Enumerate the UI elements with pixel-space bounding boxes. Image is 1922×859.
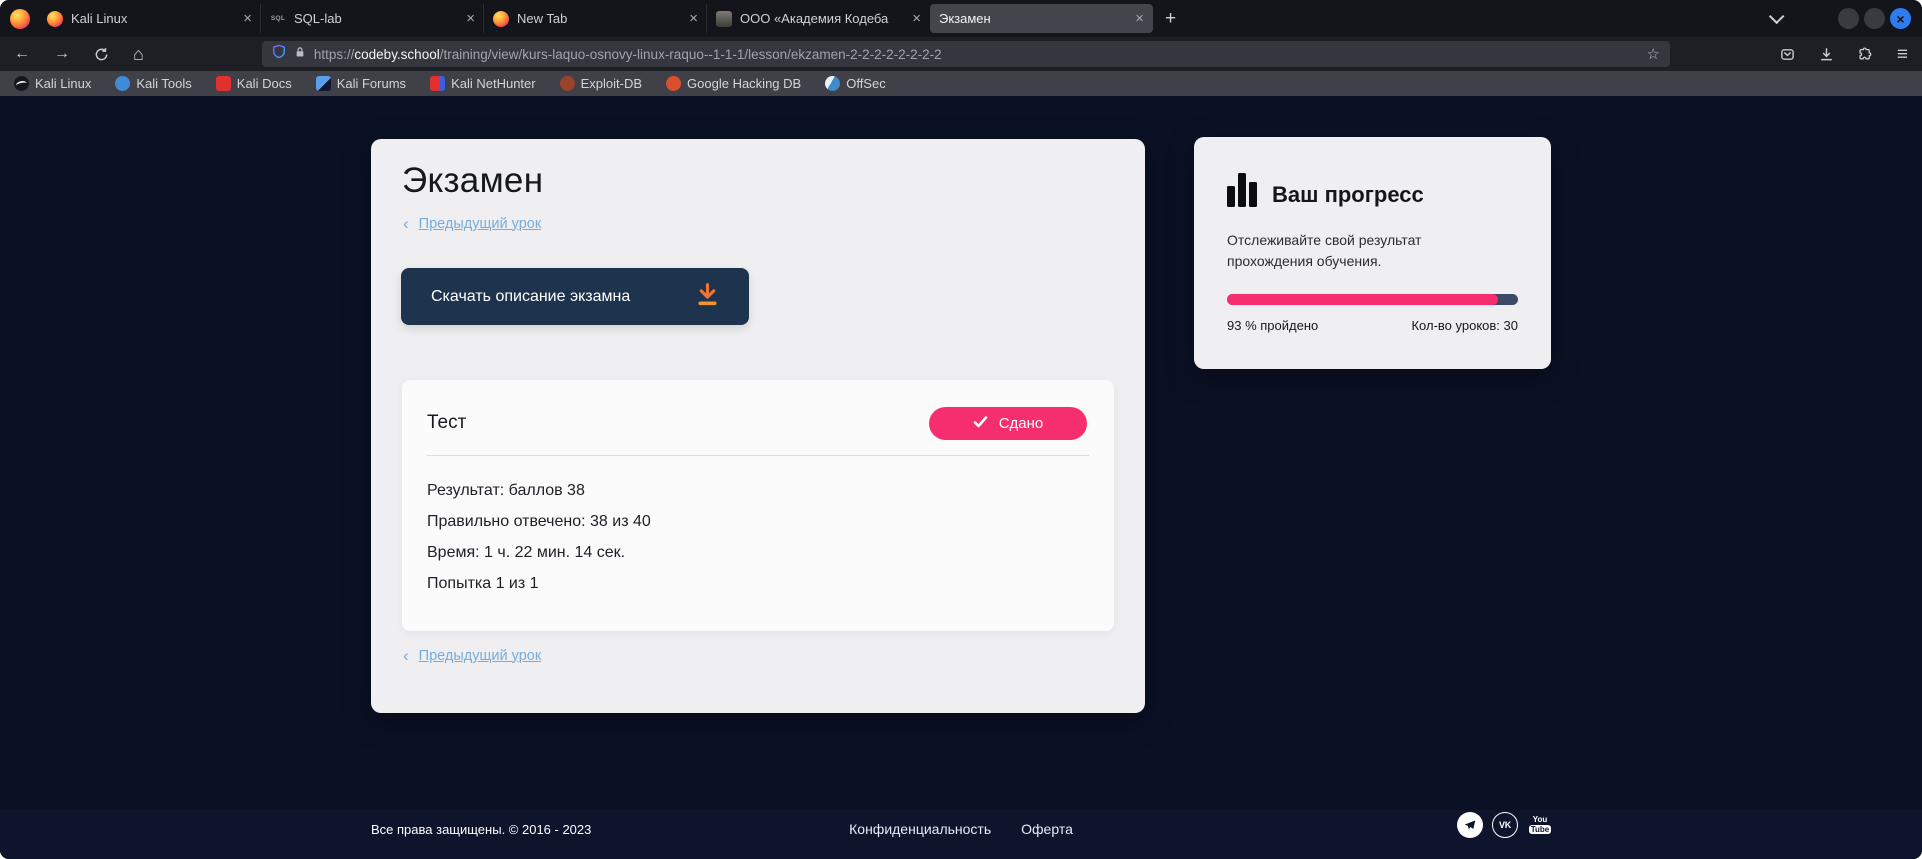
page-viewport: Экзамен ‹ Предыдущий урок Скачать описан… — [0, 96, 1922, 859]
tab-close-icon[interactable]: × — [912, 11, 921, 26]
bookmark-google-hacking-db[interactable]: Google Hacking DB — [666, 76, 801, 91]
nav-buttons: ← → ⌂ — [14, 45, 144, 63]
youtube-icon[interactable]: You Tube — [1527, 812, 1553, 838]
privacy-link[interactable]: Конфиденциальность — [849, 821, 991, 837]
tab-title: Экзамен — [939, 11, 1129, 26]
navigation-toolbar: ← → ⌂ https://codeby.school/training/vie… — [0, 37, 1922, 71]
chevron-left-icon: ‹ — [403, 647, 409, 664]
window-maximize-button[interactable] — [1864, 8, 1885, 29]
percent-passed-label: 93 % пройдено — [1227, 318, 1318, 333]
kali-dragon-icon — [14, 76, 29, 91]
progress-description: Отслеживайте свой результат прохождения … — [1227, 230, 1482, 272]
window-close-button[interactable]: × — [1890, 8, 1911, 29]
menu-hamburger-icon[interactable]: ≡ — [1897, 45, 1908, 64]
tab-close-icon[interactable]: × — [243, 11, 252, 26]
result-score: Результат: баллов 38 — [427, 482, 651, 499]
download-exam-description-button[interactable]: Скачать описание экзамна — [401, 268, 749, 325]
bookmark-kali-tools[interactable]: Kali Tools — [115, 76, 191, 91]
checkmark-icon — [973, 415, 988, 433]
lock-icon[interactable] — [294, 45, 306, 64]
divider — [427, 455, 1089, 456]
tab-close-icon[interactable]: × — [689, 11, 698, 26]
offsec-icon — [825, 76, 840, 91]
bookmarks-bar: Kali Linux Kali Tools Kali Docs Kali For… — [0, 71, 1922, 96]
url-text: https://codeby.school/training/view/kurs… — [314, 47, 1639, 62]
reload-icon[interactable] — [94, 47, 109, 62]
extensions-puzzle-icon[interactable] — [1858, 47, 1873, 62]
download-icon — [694, 281, 721, 313]
downloads-icon[interactable] — [1819, 47, 1834, 62]
telegram-icon[interactable] — [1457, 812, 1483, 838]
tab-kali-linux[interactable]: Kali Linux × — [38, 4, 261, 33]
tracking-protection-shield-icon[interactable] — [272, 44, 286, 64]
google-hacking-db-icon — [666, 76, 681, 91]
tab-title: ООО «Академия Кодеба — [740, 11, 906, 26]
tab-close-icon[interactable]: × — [466, 11, 475, 26]
toolbar-buttons: ≡ — [1780, 45, 1908, 64]
bookmark-kali-nethunter[interactable]: Kali NetHunter — [430, 76, 536, 91]
tab-title: New Tab — [517, 11, 683, 26]
test-title: Тест — [427, 412, 466, 434]
result-time: Время: 1 ч. 22 мин. 14 сек. — [427, 544, 651, 561]
back-icon[interactable]: ← — [14, 46, 30, 62]
site-favicon-icon — [716, 11, 732, 27]
firefox-logo-icon — [10, 9, 30, 29]
bookmark-kali-forums[interactable]: Kali Forums — [316, 76, 406, 91]
window-minimize-button[interactable] — [1838, 8, 1859, 29]
bookmark-offsec[interactable]: OffSec — [825, 76, 886, 91]
home-icon[interactable]: ⌂ — [133, 45, 144, 63]
tab-title: Kali Linux — [71, 11, 237, 26]
firefox-favicon-icon — [493, 11, 509, 27]
offer-link[interactable]: Оферта — [1021, 821, 1073, 837]
footer-links: Конфиденциальность Оферта — [0, 821, 1922, 837]
progress-bar — [1227, 294, 1518, 305]
progress-header: Ваш прогресс — [1227, 173, 1424, 207]
kali-forums-icon — [316, 76, 331, 91]
exploit-db-icon — [560, 76, 575, 91]
progress-labels: 93 % пройдено Кол-во уроков: 30 — [1227, 318, 1518, 333]
url-bar[interactable]: https://codeby.school/training/view/kurs… — [262, 41, 1670, 67]
tab-sql-lab[interactable]: SQL SQL-lab × — [261, 4, 484, 33]
bookmark-exploit-db[interactable]: Exploit-DB — [560, 76, 642, 91]
page-title: Экзамен — [402, 161, 543, 201]
browser-window: Kali Linux × SQL SQL-lab × New Tab × ООО… — [0, 0, 1922, 859]
social-links: VK You Tube — [1457, 812, 1553, 838]
tab-close-icon[interactable]: × — [1135, 11, 1144, 26]
sql-favicon-icon: SQL — [270, 11, 286, 27]
tab-bar: Kali Linux × SQL SQL-lab × New Tab × ООО… — [0, 0, 1922, 37]
tab-overflow-chevron-down-icon[interactable] — [1769, 9, 1785, 25]
bookmark-kali-docs[interactable]: Kali Docs — [216, 76, 292, 91]
lesson-card: Экзамен ‹ Предыдущий урок Скачать описан… — [371, 139, 1145, 713]
previous-lesson-link-top[interactable]: ‹ Предыдущий урок — [403, 215, 541, 232]
progress-title: Ваш прогресс — [1272, 183, 1424, 207]
test-results-list: Результат: баллов 38 Правильно отвечено:… — [427, 482, 651, 592]
tab-new-tab[interactable]: New Tab × — [484, 4, 707, 33]
status-badge-passed: Сдано — [929, 407, 1087, 440]
firefox-favicon-icon — [47, 11, 63, 27]
bookmark-star-icon[interactable]: ☆ — [1646, 45, 1659, 63]
progress-fill — [1227, 294, 1498, 305]
bookmark-kali-linux[interactable]: Kali Linux — [14, 76, 91, 91]
tab-title: SQL-lab — [294, 11, 460, 26]
result-attempt: Попытка 1 из 1 — [427, 575, 651, 592]
window-controls: × — [1838, 8, 1911, 29]
kali-docs-icon — [216, 76, 231, 91]
test-result-card: Тест Сдано Результат: баллов 38 Правильн… — [402, 380, 1114, 631]
vk-icon[interactable]: VK — [1492, 812, 1518, 838]
tab-academy[interactable]: ООО «Академия Кодеба × — [707, 4, 930, 33]
forward-icon[interactable]: → — [54, 46, 70, 62]
lessons-count-label: Кол-во уроков: 30 — [1411, 318, 1518, 333]
new-tab-button[interactable]: + — [1165, 8, 1176, 30]
previous-lesson-link-bottom[interactable]: ‹ Предыдущий урок — [403, 647, 541, 664]
pocket-save-icon[interactable] — [1780, 47, 1795, 62]
chevron-left-icon: ‹ — [403, 215, 409, 232]
result-correct: Правильно отвечено: 38 из 40 — [427, 513, 651, 530]
progress-card: Ваш прогресс Отслеживайте свой результат… — [1194, 137, 1551, 369]
kali-nethunter-icon — [430, 76, 445, 91]
bar-chart-icon — [1227, 173, 1257, 207]
tab-ekzamen-active[interactable]: Экзамен × — [930, 4, 1153, 33]
kali-tools-icon — [115, 76, 130, 91]
